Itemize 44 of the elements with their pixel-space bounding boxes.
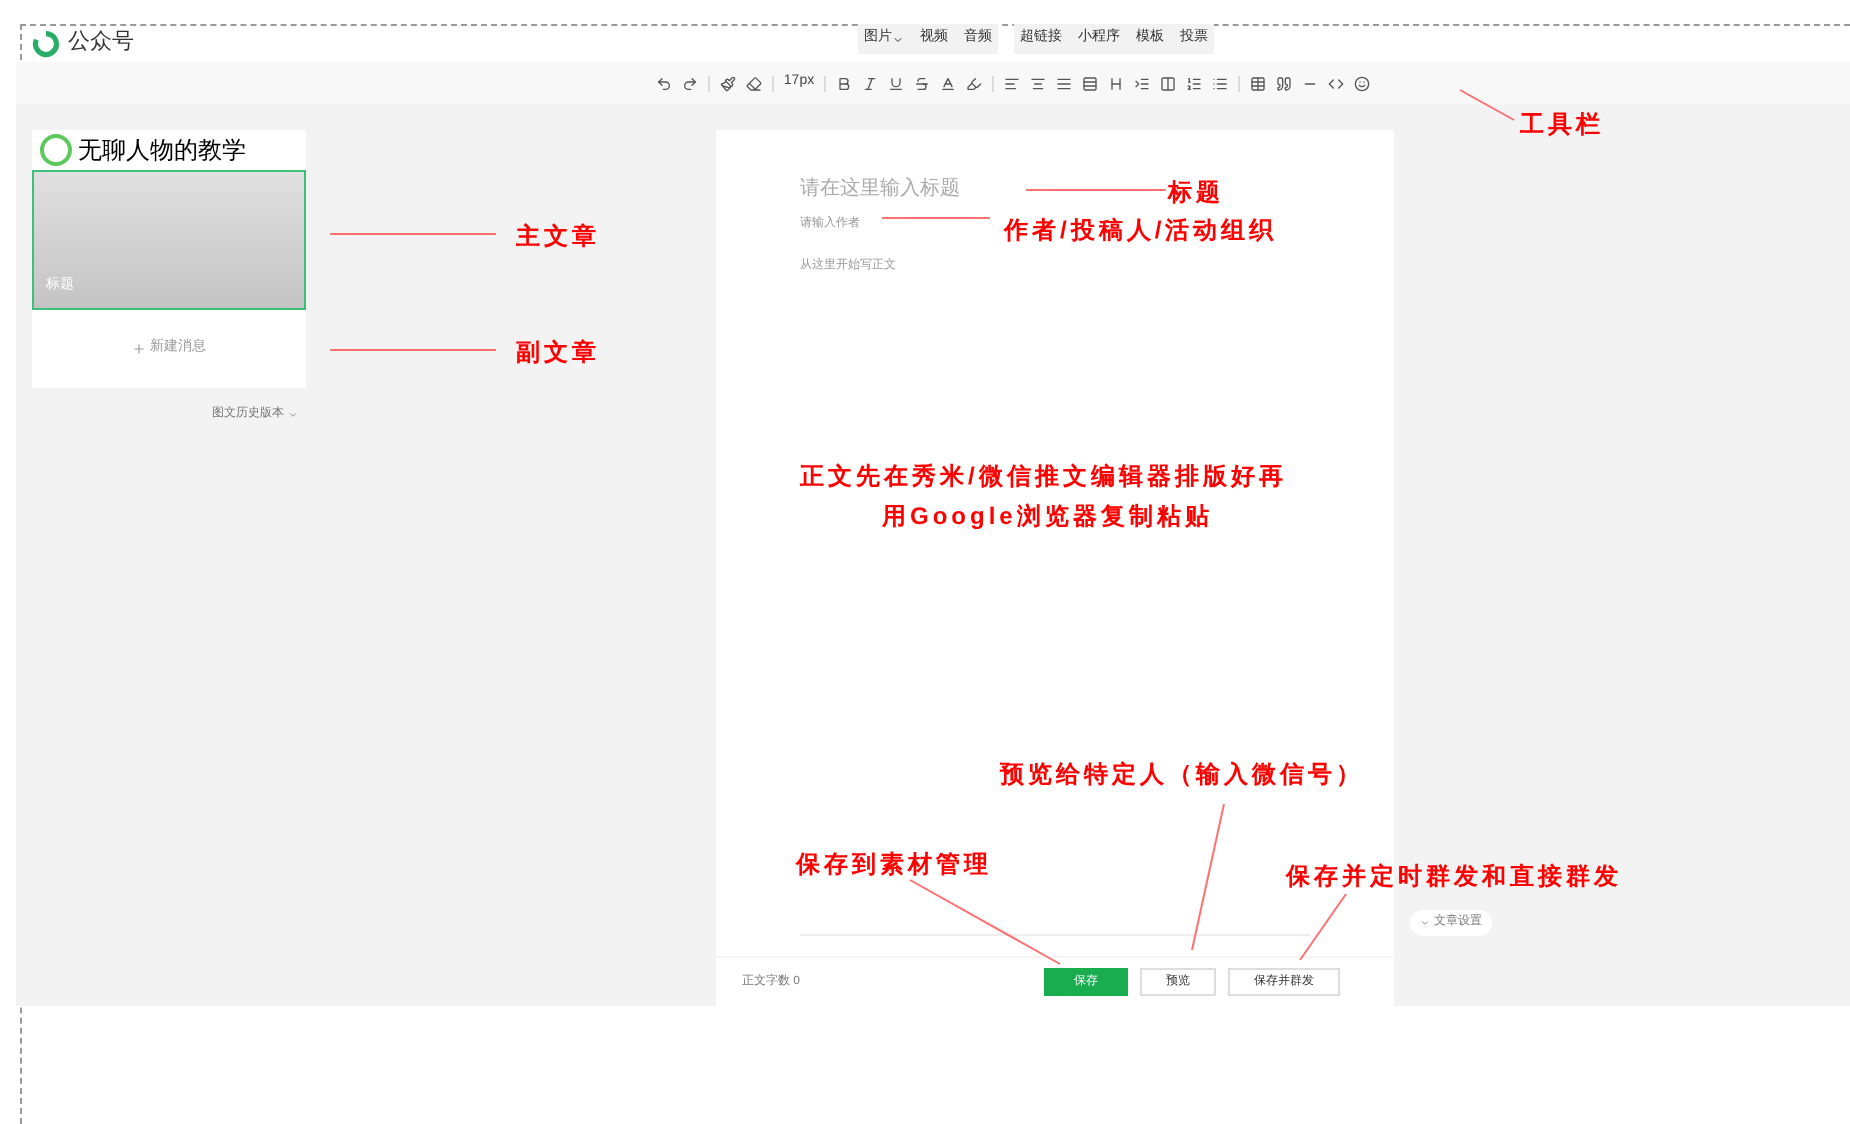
caret-icon	[892, 33, 904, 45]
highlight-icon[interactable]	[966, 75, 983, 91]
caret-icon	[1420, 918, 1430, 928]
align-justify-icon[interactable]	[1056, 75, 1073, 91]
annotation-text: 保存并定时群发和直接群发	[1286, 860, 1622, 894]
columns-icon[interactable]	[1160, 75, 1177, 91]
annotation-text: 副文章	[516, 336, 600, 370]
annotation-text: 用Google浏览器复制粘贴	[882, 500, 1213, 534]
redo-icon[interactable]	[681, 75, 698, 91]
annotation-text: 标题	[1168, 176, 1224, 210]
table-icon[interactable]	[1250, 75, 1267, 91]
annotation-text: 主文章	[516, 220, 600, 254]
bullet-list-icon[interactable]	[1212, 75, 1229, 91]
emoji-icon[interactable]	[1354, 75, 1371, 91]
code-icon[interactable]	[1328, 75, 1345, 91]
heading-icon[interactable]	[1108, 75, 1125, 91]
indent-icon[interactable]	[1134, 75, 1151, 91]
annotation-text: 正文先在秀米/微信推文编辑器排版好再	[800, 460, 1287, 494]
annotation-text: 作者/投稿人/活动组织	[1004, 214, 1278, 248]
annotation-text: 预览给特定人（输入微信号）	[1000, 758, 1364, 792]
font-color-icon[interactable]	[940, 75, 957, 91]
quote-icon[interactable]	[1276, 75, 1293, 91]
eraser-icon[interactable]	[745, 75, 762, 91]
leader-line	[1025, 189, 1167, 191]
logo-icon	[32, 29, 60, 57]
italic-icon[interactable]	[862, 75, 879, 91]
format-brush-icon[interactable]	[719, 75, 736, 91]
strikethrough-icon[interactable]	[914, 75, 931, 91]
underline-icon[interactable]	[888, 75, 905, 91]
ordered-list-icon[interactable]	[1186, 75, 1203, 91]
plus-icon	[132, 342, 146, 356]
leader-line	[881, 217, 991, 219]
leader-line	[1459, 89, 1515, 121]
undo-icon[interactable]	[655, 75, 672, 91]
account-name: 无聊人物的教学	[78, 134, 246, 168]
annotation-text: 保存到素材管理	[796, 848, 992, 882]
line-spacing-icon[interactable]	[1082, 75, 1099, 91]
leader-line	[1299, 893, 1347, 961]
bold-icon[interactable]	[836, 75, 853, 91]
align-left-icon[interactable]	[1004, 75, 1021, 91]
caret-icon	[288, 410, 298, 420]
align-center-icon[interactable]	[1030, 75, 1047, 91]
app-title: 公众号	[68, 28, 134, 59]
annotation-text: 工具栏	[1520, 108, 1604, 142]
